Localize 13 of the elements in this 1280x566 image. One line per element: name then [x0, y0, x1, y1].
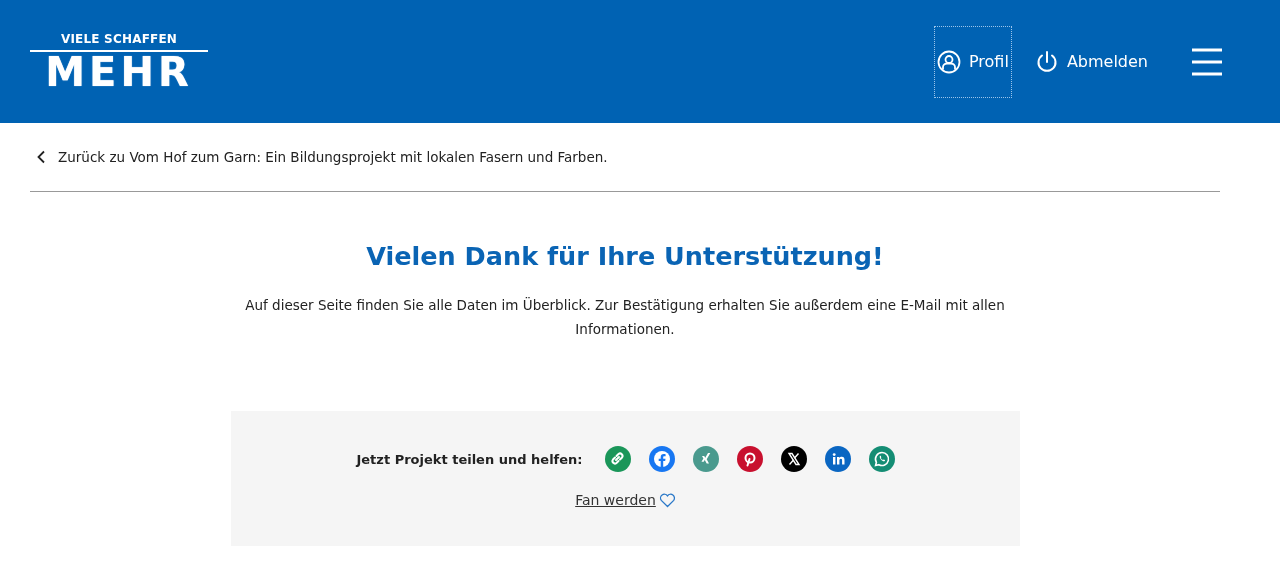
- intro-text: Auf dieser Seite finden Sie alle Daten im Überblick. Zur Bestätigung erhalten Sie außerdem eine E-Mail mit allen Informationen.: [245, 296, 1005, 339]
- share-button[interactable]: [780, 446, 807, 472]
- logout-link[interactable]: Abmelden: [1032, 26, 1150, 97]
- profile-link[interactable]: Profil: [934, 26, 1011, 97]
- chevron-left-icon: [36, 150, 46, 164]
- share-label: Jetzt Projekt teilen und helfen:: [356, 451, 583, 467]
- back-link[interactable]: Zurück zu Vom Hof zum Garn: Ein Bildungsprojekt mit lokalen Fasern und Farben.: [30, 123, 1220, 192]
- heart-icon: [658, 492, 676, 508]
- menu-icon[interactable]: [1192, 47, 1222, 76]
- page-heading: Vielen Dank für Ihre Unterstützung!: [365, 241, 885, 271]
- logo[interactable]: VIELE SCHAFFEN MEHR: [30, 31, 208, 92]
- fan-link[interactable]: Fan werden: [575, 492, 676, 508]
- user-icon: [936, 49, 961, 74]
